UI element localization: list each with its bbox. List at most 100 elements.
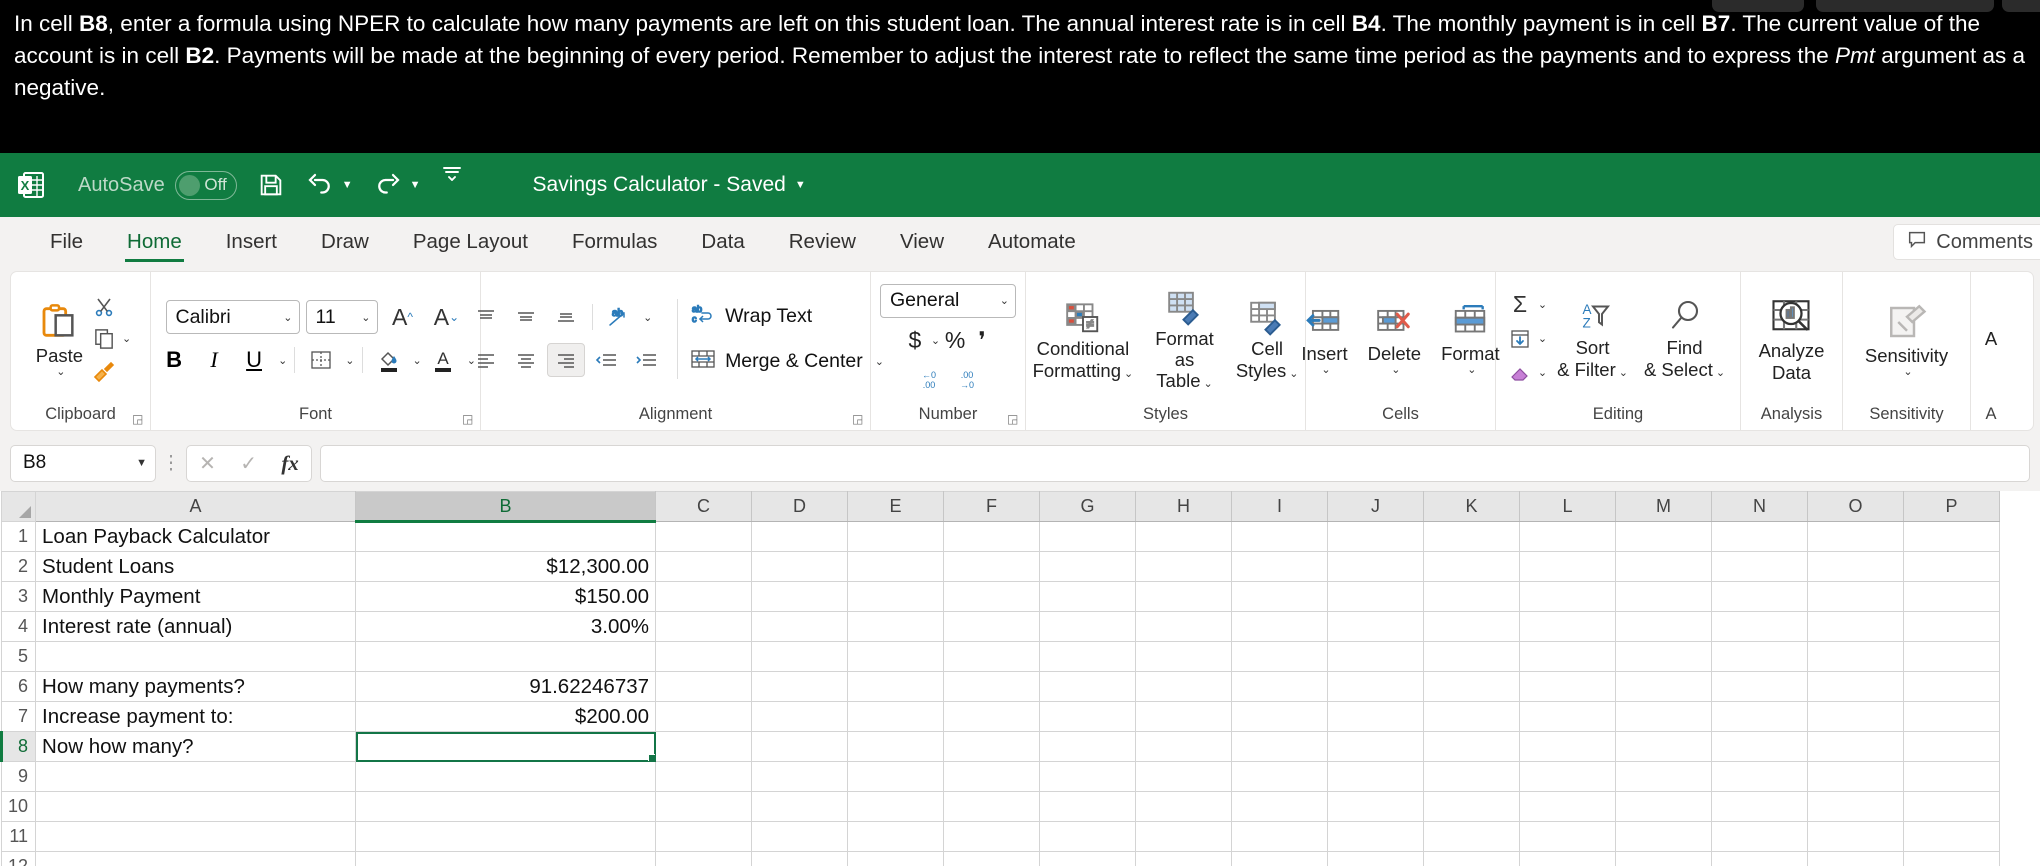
cell-p5[interactable] bbox=[1903, 641, 2001, 672]
copy-icon[interactable] bbox=[89, 324, 119, 354]
autosave-toggle[interactable]: Off bbox=[174, 170, 237, 200]
column-header-m[interactable]: M bbox=[1615, 491, 1713, 522]
cell-j7[interactable] bbox=[1327, 701, 1425, 732]
cell-d9[interactable] bbox=[751, 761, 849, 792]
cell-o10[interactable] bbox=[1807, 791, 1905, 822]
cell-i12[interactable] bbox=[1231, 851, 1329, 866]
cell-l6[interactable] bbox=[1519, 671, 1617, 702]
cell-g7[interactable] bbox=[1039, 701, 1137, 732]
cell-j6[interactable] bbox=[1327, 671, 1425, 702]
cell-m11[interactable] bbox=[1615, 821, 1713, 852]
paste-button[interactable]: Paste ⌄ bbox=[30, 299, 89, 379]
font-family-select[interactable]: Calibri ⌄ bbox=[165, 300, 300, 334]
cell-a9[interactable] bbox=[35, 761, 357, 792]
confirm-check-icon[interactable]: ✓ bbox=[240, 451, 257, 476]
currency-icon[interactable]: $ bbox=[902, 324, 928, 358]
cell-b9[interactable] bbox=[355, 761, 657, 792]
bold-button[interactable]: B bbox=[155, 343, 193, 377]
cell-c2[interactable] bbox=[655, 551, 753, 582]
orientation-dropdown-caret[interactable]: ⌄ bbox=[643, 311, 652, 324]
cell-p1[interactable] bbox=[1903, 521, 2001, 552]
cell-h7[interactable] bbox=[1135, 701, 1233, 732]
cell-h4[interactable] bbox=[1135, 611, 1233, 642]
cell-m4[interactable] bbox=[1615, 611, 1713, 642]
cell-m7[interactable] bbox=[1615, 701, 1713, 732]
cell-c11[interactable] bbox=[655, 821, 753, 852]
cell-f1[interactable] bbox=[943, 521, 1041, 552]
cell-f5[interactable] bbox=[943, 641, 1041, 672]
cell-j5[interactable] bbox=[1327, 641, 1425, 672]
cell-p11[interactable] bbox=[1903, 821, 2001, 852]
font-dialog-launcher[interactable]: ◲ bbox=[462, 413, 474, 425]
cell-m1[interactable] bbox=[1615, 521, 1713, 552]
tab-view[interactable]: View bbox=[878, 226, 966, 258]
name-box[interactable]: B8 ▼ bbox=[10, 444, 156, 482]
cell-k11[interactable] bbox=[1423, 821, 1521, 852]
cell-d5[interactable] bbox=[751, 641, 849, 672]
cell-e1[interactable] bbox=[847, 521, 945, 552]
cell-b6[interactable]: 91.62246737 bbox=[355, 671, 657, 702]
cell-c1[interactable] bbox=[655, 521, 753, 552]
cell-n9[interactable] bbox=[1711, 761, 1809, 792]
sort-and-filter-button[interactable]: A Z Sort & Filter ⌄ bbox=[1551, 297, 1634, 380]
cell-n6[interactable] bbox=[1711, 671, 1809, 702]
cell-l9[interactable] bbox=[1519, 761, 1617, 792]
row-header-10[interactable]: 10 bbox=[0, 791, 37, 822]
cell-p3[interactable] bbox=[1903, 581, 2001, 612]
cell-o7[interactable] bbox=[1807, 701, 1905, 732]
column-header-n[interactable]: N bbox=[1711, 491, 1809, 522]
format-as-table-caret[interactable]: ⌄ bbox=[1204, 378, 1213, 390]
cell-a1[interactable]: Loan Payback Calculator bbox=[35, 521, 357, 552]
cell-p4[interactable] bbox=[1903, 611, 2001, 642]
clear-eraser-icon[interactable] bbox=[1505, 358, 1535, 388]
row-header-3[interactable]: 3 bbox=[0, 581, 37, 612]
cell-n10[interactable] bbox=[1711, 791, 1809, 822]
cell-i5[interactable] bbox=[1231, 641, 1329, 672]
document-title-caret[interactable]: ▼ bbox=[795, 179, 806, 191]
cell-b7[interactable]: $200.00 bbox=[355, 701, 657, 732]
cell-b10[interactable] bbox=[355, 791, 657, 822]
cell-d3[interactable] bbox=[751, 581, 849, 612]
cell-j12[interactable] bbox=[1327, 851, 1425, 866]
cell-k5[interactable] bbox=[1423, 641, 1521, 672]
underline-button[interactable]: U bbox=[235, 343, 273, 377]
cell-n1[interactable] bbox=[1711, 521, 1809, 552]
cell-h3[interactable] bbox=[1135, 581, 1233, 612]
cell-f7[interactable] bbox=[943, 701, 1041, 732]
cell-g9[interactable] bbox=[1039, 761, 1137, 792]
row-header-5[interactable]: 5 bbox=[0, 641, 37, 672]
cell-c9[interactable] bbox=[655, 761, 753, 792]
cell-e9[interactable] bbox=[847, 761, 945, 792]
cell-h6[interactable] bbox=[1135, 671, 1233, 702]
cell-o1[interactable] bbox=[1807, 521, 1905, 552]
column-header-e[interactable]: E bbox=[847, 491, 945, 522]
cell-f9[interactable] bbox=[943, 761, 1041, 792]
cell-a5[interactable] bbox=[35, 641, 357, 672]
find-select-caret[interactable]: ⌄ bbox=[1716, 367, 1725, 379]
cell-i9[interactable] bbox=[1231, 761, 1329, 792]
cell-c8[interactable] bbox=[655, 731, 753, 762]
cell-a7[interactable]: Increase payment to: bbox=[35, 701, 357, 732]
comma-style-icon[interactable]: ❜ bbox=[970, 324, 994, 358]
cell-i10[interactable] bbox=[1231, 791, 1329, 822]
cell-e6[interactable] bbox=[847, 671, 945, 702]
cell-d2[interactable] bbox=[751, 551, 849, 582]
spreadsheet-grid[interactable]: ABCDEFGHIJKLMNOP 1 Loan Payback Calculato… bbox=[0, 491, 2040, 866]
alignment-dialog-launcher[interactable]: ◲ bbox=[852, 413, 864, 425]
cell-a3[interactable]: Monthly Payment bbox=[35, 581, 357, 612]
underline-dropdown-caret[interactable]: ⌄ bbox=[278, 354, 287, 367]
column-header-g[interactable]: G bbox=[1039, 491, 1137, 522]
cell-b8[interactable] bbox=[355, 731, 657, 762]
row-header-1[interactable]: 1 bbox=[0, 521, 37, 552]
tab-page-layout[interactable]: Page Layout bbox=[391, 226, 550, 258]
row-header-8[interactable]: 8 bbox=[0, 731, 37, 762]
scissors-icon[interactable] bbox=[89, 292, 119, 322]
cell-n4[interactable] bbox=[1711, 611, 1809, 642]
cell-p12[interactable] bbox=[1903, 851, 2001, 866]
cell-l2[interactable] bbox=[1519, 551, 1617, 582]
cell-f12[interactable] bbox=[943, 851, 1041, 866]
cell-o11[interactable] bbox=[1807, 821, 1905, 852]
formula-input[interactable] bbox=[320, 444, 2030, 482]
cell-k1[interactable] bbox=[1423, 521, 1521, 552]
tab-formulas[interactable]: Formulas bbox=[550, 226, 679, 258]
